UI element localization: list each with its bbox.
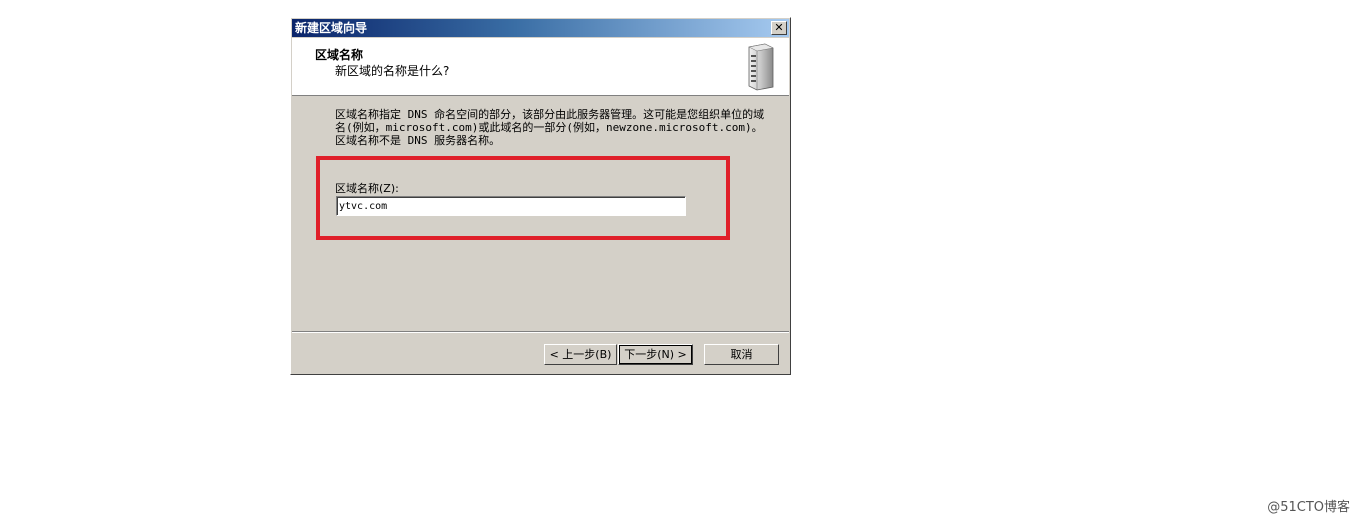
window-title: 新建区域向导 [295,21,368,35]
page-title: 区域名称 [315,48,364,62]
separator [292,331,789,333]
close-button[interactable]: ✕ [771,21,787,35]
next-button[interactable]: 下一步(N) > [618,344,693,365]
watermark: @51CTO博客 [1267,500,1350,515]
server-icon [748,43,774,91]
back-button[interactable]: < 上一步(B) [544,344,617,365]
new-zone-wizard-dialog: 新建区域向导 ✕ 区域名称 新区域的名称是什么? 区域名称指定 DNS 命名空间… [290,17,791,375]
wizard-description: 区域名称指定 DNS 命名空间的部分，该部分由此服务器管理。这可能是您组织单位的… [335,108,765,147]
page-subtitle: 新区域的名称是什么? [335,64,450,78]
highlight-box [316,156,730,240]
title-bar[interactable]: 新建区域向导 ✕ [292,19,789,37]
cancel-button[interactable]: 取消 [704,344,779,365]
close-icon: ✕ [774,21,784,34]
wizard-header: 区域名称 新区域的名称是什么? [292,38,789,96]
